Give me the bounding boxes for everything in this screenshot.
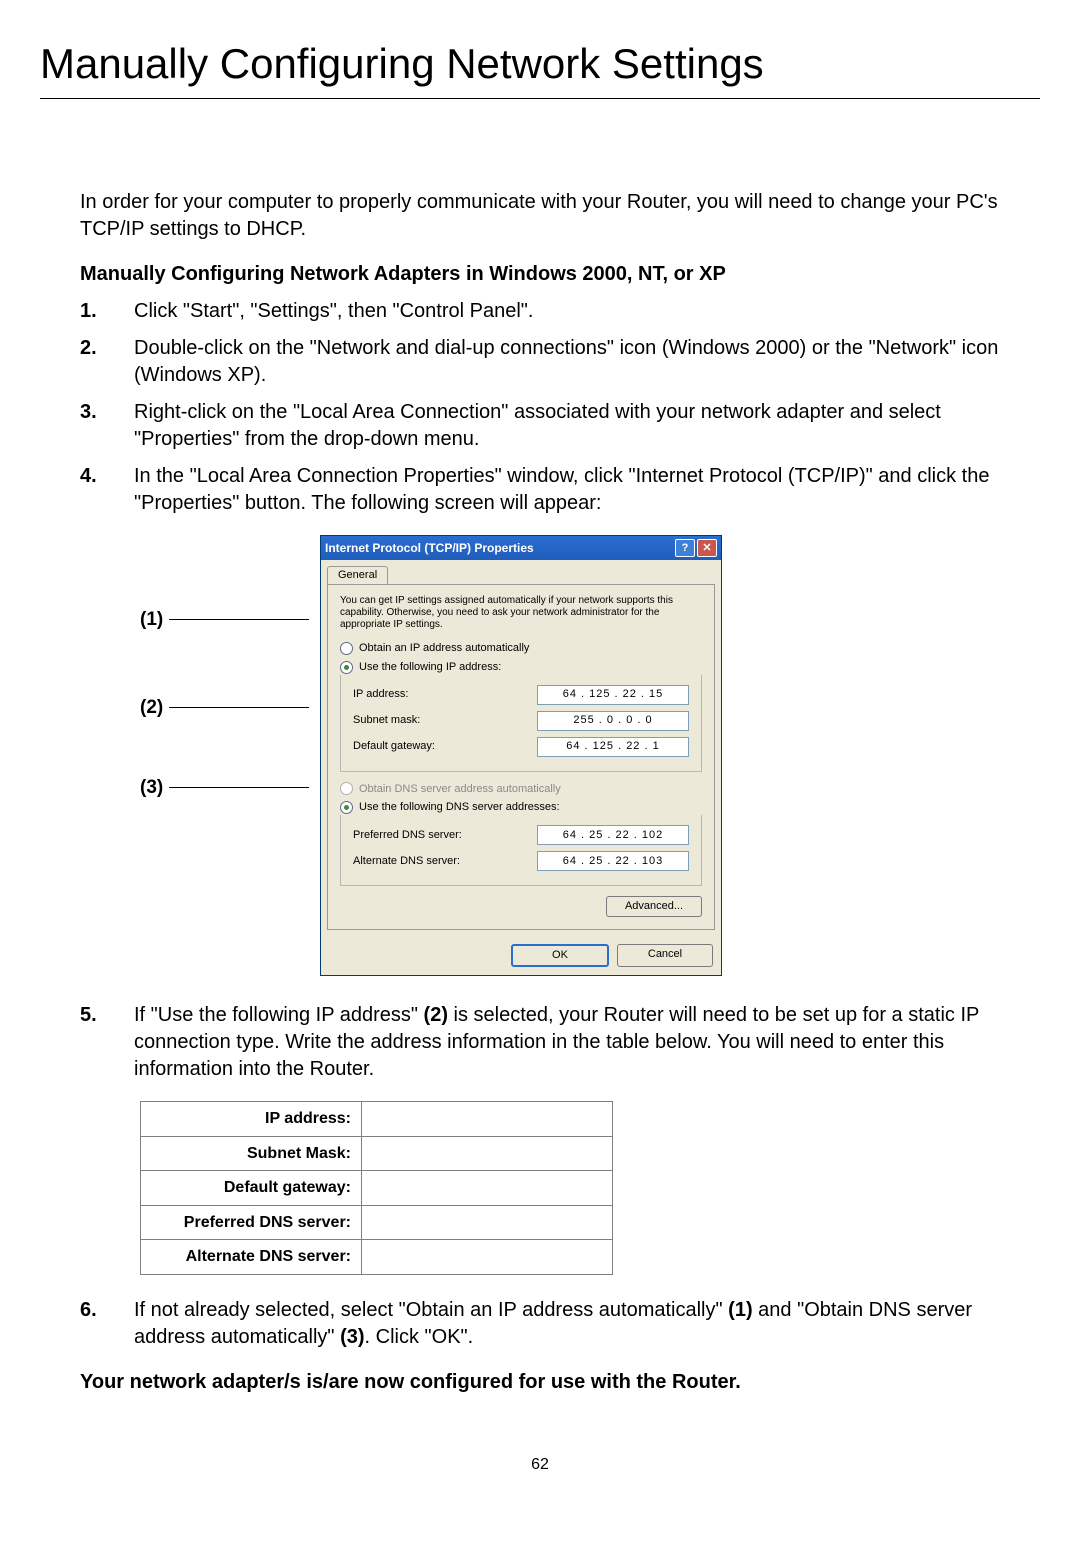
ip-address-field[interactable]: 64 . 125 . 22 . 15 (537, 685, 689, 705)
step-item: 2. Double-click on the "Network and dial… (80, 335, 1000, 389)
callout-2: (2) (140, 695, 163, 721)
advanced-button[interactable]: Advanced... (606, 896, 702, 917)
steps-list-top: 1. Click "Start", "Settings", then "Cont… (80, 298, 1000, 517)
radio-use-following-ip[interactable]: Use the following IP address: (340, 660, 702, 675)
note-alternate-dns-label: Alternate DNS server: (141, 1240, 362, 1275)
callout-1: (1) (140, 607, 163, 633)
ip-fields-group: IP address: 64 . 125 . 22 . 15 Subnet ma… (340, 675, 702, 772)
step-text: Click "Start", "Settings", then "Control… (134, 298, 1000, 325)
radio-icon (340, 801, 353, 814)
step6-ref2: (3) (340, 1326, 364, 1348)
cancel-button[interactable]: Cancel (617, 944, 713, 967)
note-alternate-dns-blank (362, 1240, 613, 1275)
dialog-description: You can get IP settings assigned automat… (340, 595, 702, 631)
preferred-dns-field[interactable]: 64 . 25 . 22 . 102 (537, 825, 689, 845)
note-preferred-dns-label: Preferred DNS server: (141, 1205, 362, 1240)
tcpip-figure: (1) (2) (3) Internet Protocol (TCP/IP) P… (140, 535, 1000, 976)
page-number: 62 (40, 1456, 1040, 1474)
callout-line (169, 619, 309, 620)
table-row: Alternate DNS server: (141, 1240, 613, 1275)
dialog-panel: You can get IP settings assigned automat… (327, 584, 715, 930)
note-default-gateway-blank (362, 1171, 613, 1206)
alternate-dns-field[interactable]: 64 . 25 . 22 . 103 (537, 851, 689, 871)
close-icon[interactable]: ✕ (697, 539, 717, 557)
alternate-dns-label: Alternate DNS server: (353, 854, 537, 869)
step-text: In the "Local Area Connection Properties… (134, 463, 1000, 517)
table-row: Preferred DNS server: (141, 1205, 613, 1240)
default-gateway-label: Default gateway: (353, 739, 537, 754)
table-row: Default gateway: (141, 1171, 613, 1206)
step5-pre: If "Use the following IP address" (134, 1004, 424, 1026)
default-gateway-field[interactable]: 64 . 125 . 22 . 1 (537, 737, 689, 757)
step-item: 6. If not already selected, select "Obta… (80, 1297, 1000, 1351)
preferred-dns-label: Preferred DNS server: (353, 828, 537, 843)
step-text: Double-click on the "Network and dial-up… (134, 335, 1000, 389)
step-item: 1. Click "Start", "Settings", then "Cont… (80, 298, 1000, 325)
callout-line (169, 787, 309, 788)
radio-obtain-dns-auto: Obtain DNS server address automatically (340, 782, 702, 797)
steps-list-bottom: 5. If "Use the following IP address" (2)… (80, 1002, 1000, 1083)
callout-3: (3) (140, 775, 163, 801)
dns-fields-group: Preferred DNS server: 64 . 25 . 22 . 102… (340, 815, 702, 886)
ip-address-label: IP address: (353, 687, 537, 702)
radio-icon (340, 782, 353, 795)
note-preferred-dns-blank (362, 1205, 613, 1240)
step-item: 4. In the "Local Area Connection Propert… (80, 463, 1000, 517)
dialog-tabstrip: General (321, 560, 721, 584)
conclusion-text: Your network adapter/s is/are now config… (80, 1369, 1000, 1396)
ok-button[interactable]: OK (511, 944, 609, 967)
step-number: 5. (80, 1002, 134, 1083)
step-item: 3. Right-click on the "Local Area Connec… (80, 399, 1000, 453)
intro-paragraph: In order for your computer to properly c… (80, 189, 1000, 243)
step-number: 3. (80, 399, 134, 453)
step-text: If not already selected, select "Obtain … (134, 1297, 1000, 1351)
step-item: 5. If "Use the following IP address" (2)… (80, 1002, 1000, 1083)
step6-ref1: (1) (728, 1299, 752, 1321)
note-ip-address-blank (362, 1101, 613, 1136)
subnet-mask-label: Subnet mask: (353, 713, 537, 728)
note-subnet-mask-label: Subnet Mask: (141, 1136, 362, 1171)
step-number: 1. (80, 298, 134, 325)
step-text: Right-click on the "Local Area Connectio… (134, 399, 1000, 453)
radio-label: Use the following IP address: (359, 660, 501, 675)
step-number: 2. (80, 335, 134, 389)
step-number: 4. (80, 463, 134, 517)
tab-general[interactable]: General (327, 566, 388, 584)
note-ip-address-label: IP address: (141, 1101, 362, 1136)
radio-icon (340, 661, 353, 674)
page-title: Manually Configuring Network Settings (40, 40, 1040, 99)
step-text: If "Use the following IP address" (2) is… (134, 1002, 1000, 1083)
help-icon[interactable]: ? (675, 539, 695, 557)
radio-obtain-ip-auto[interactable]: Obtain an IP address automatically (340, 641, 702, 656)
dialog-title: Internet Protocol (TCP/IP) Properties (325, 540, 534, 556)
step5-ref: (2) (424, 1004, 448, 1026)
steps-list-bottom2: 6. If not already selected, select "Obta… (80, 1297, 1000, 1351)
tcpip-dialog: Internet Protocol (TCP/IP) Properties ? … (320, 535, 722, 976)
table-row: Subnet Mask: (141, 1136, 613, 1171)
radio-label: Obtain DNS server address automatically (359, 782, 561, 797)
step-number: 6. (80, 1297, 134, 1351)
radio-use-following-dns[interactable]: Use the following DNS server addresses: (340, 800, 702, 815)
note-subnet-mask-blank (362, 1136, 613, 1171)
dialog-footer: OK Cancel (321, 936, 721, 975)
step6-pre: If not already selected, select "Obtain … (134, 1299, 728, 1321)
step6-post: . Click "OK". (365, 1326, 474, 1348)
ip-notes-table: IP address: Subnet Mask: Default gateway… (140, 1101, 613, 1275)
callout-line (169, 707, 309, 708)
dialog-titlebar: Internet Protocol (TCP/IP) Properties ? … (321, 536, 721, 560)
radio-label: Use the following DNS server addresses: (359, 800, 560, 815)
section-subhead: Manually Configuring Network Adapters in… (80, 261, 1000, 288)
radio-icon (340, 642, 353, 655)
subnet-mask-field[interactable]: 255 . 0 . 0 . 0 (537, 711, 689, 731)
radio-label: Obtain an IP address automatically (359, 641, 529, 656)
note-default-gateway-label: Default gateway: (141, 1171, 362, 1206)
table-row: IP address: (141, 1101, 613, 1136)
